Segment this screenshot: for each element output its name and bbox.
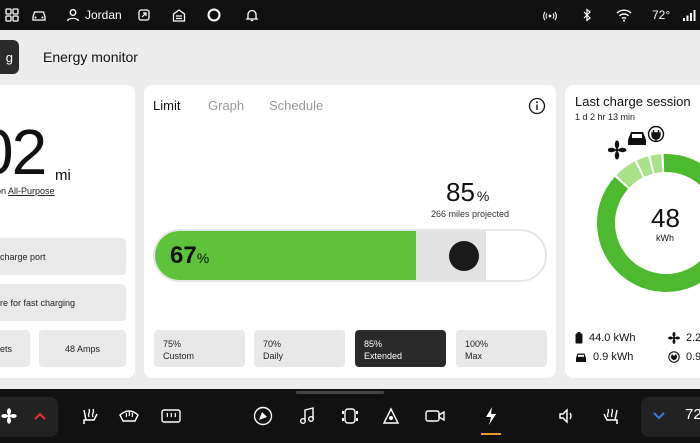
grid-icon[interactable]	[5, 7, 19, 23]
page-title: Energy monitor	[43, 49, 138, 65]
preset-custom-value: 75%	[163, 339, 182, 349]
session-total-unit: kWh	[656, 233, 674, 243]
car-icon[interactable]	[31, 7, 47, 23]
tab-limit[interactable]: Limit	[153, 98, 180, 113]
charge-presets-button[interactable]: ets	[0, 330, 30, 367]
dashcam-icon[interactable]	[424, 405, 446, 427]
outside-temperature: 72°	[652, 8, 671, 22]
garage-icon[interactable]	[172, 7, 186, 23]
range-value: 02	[0, 116, 47, 188]
last-charge-session-title: Last charge session	[575, 94, 691, 109]
bottom-dock: 72	[0, 389, 700, 443]
passenger-seat-heater-icon[interactable]	[600, 405, 622, 427]
previous-page-label: g	[5, 49, 13, 65]
climate-energy-value: 2.2	[686, 332, 700, 344]
fan-icon[interactable]	[0, 405, 20, 427]
passenger-temperature-value: 72	[685, 406, 700, 423]
ring-segment-driving	[636, 156, 653, 177]
car-icon	[628, 132, 646, 145]
camera-app-icon[interactable]	[380, 405, 402, 427]
drive-mode-link[interactable]: All-Purpose	[8, 186, 55, 196]
car-icon	[576, 353, 586, 362]
music-icon[interactable]	[296, 405, 318, 427]
bluetooth-icon	[582, 7, 592, 23]
battery-energy-stat: 44.0 kWh	[575, 332, 635, 344]
open-charge-port-button[interactable]: charge port	[0, 238, 126, 275]
user-name: Jordan	[85, 8, 122, 22]
range-mode-prefix: on	[0, 186, 7, 196]
info-icon[interactable]	[528, 97, 546, 120]
charge-presets-label: ets	[0, 343, 13, 354]
charge-limit-handle[interactable]	[448, 241, 479, 271]
preset-daily[interactable]: 70% Daily	[254, 330, 345, 367]
preset-daily-label: Daily	[263, 351, 284, 361]
range-unit: mi	[55, 167, 71, 184]
voice-assistant-icon[interactable]	[207, 7, 221, 23]
plug-icon	[668, 351, 680, 363]
plug-icon	[647, 125, 665, 143]
ring-segment-climate	[616, 161, 644, 188]
connected-icon	[543, 7, 557, 23]
seat-heater-icon[interactable]	[79, 405, 101, 427]
status-bar: Jordan 72°	[0, 0, 700, 30]
tab-graph[interactable]: Graph	[208, 98, 244, 113]
range-mode: on All-Purpose	[0, 186, 55, 196]
accessory-energy-value: 0.9	[686, 351, 700, 363]
climate-energy-stat: 2.2	[668, 332, 700, 344]
fan-icon	[668, 332, 680, 344]
active-indicator	[481, 433, 501, 435]
dock-handle[interactable]	[296, 391, 384, 394]
accessory-energy-stat: 0.9	[668, 351, 700, 363]
preset-custom[interactable]: 75% Custom	[154, 330, 245, 367]
charge-current-button[interactable]: 48 Amps	[39, 330, 126, 367]
bell-icon[interactable]	[245, 7, 259, 23]
charge-limit-value: 85%	[446, 177, 490, 207]
cellular-signal-icon	[682, 7, 696, 23]
projected-miles: 266 miles projected	[431, 209, 510, 219]
temperature-down-icon[interactable]	[648, 405, 670, 427]
front-defrost-icon[interactable]	[118, 405, 140, 427]
driving-energy-stat: 0.9 kWh	[575, 351, 633, 363]
charge-current-label: 48 Amps	[64, 343, 101, 354]
driving-energy-value: 0.9 kWh	[593, 351, 634, 363]
last-charge-session-duration: 1 d 2 hr 13 min	[575, 112, 636, 122]
volume-icon[interactable]	[556, 405, 578, 427]
session-total-energy: 48	[651, 203, 680, 233]
prepare-fast-charging-label: re for fast charging	[0, 297, 76, 308]
open-charge-port-label: charge port	[0, 251, 46, 262]
battery-energy-value: 44.0 kWh	[589, 332, 636, 344]
wifi-icon	[616, 7, 632, 23]
preset-daily-value: 70%	[263, 339, 282, 349]
rear-defrost-icon[interactable]	[160, 405, 182, 427]
preset-extended-value: 85%	[364, 339, 383, 349]
ring-segment-accessory	[650, 154, 663, 174]
current-charge-level: 67%	[170, 242, 210, 269]
previous-page-tab[interactable]: g	[0, 40, 19, 74]
phone-mirror-icon[interactable]	[137, 7, 151, 23]
navigation-icon[interactable]	[252, 405, 274, 427]
preset-max-value: 100%	[465, 339, 489, 349]
preset-max[interactable]: 100% Max	[456, 330, 547, 367]
energy-ring-chart	[597, 154, 700, 292]
user-icon	[66, 9, 80, 22]
user-profile[interactable]: Jordan	[66, 7, 122, 23]
prepare-fast-charging-button[interactable]: re for fast charging	[0, 284, 126, 321]
battery-icon	[575, 332, 583, 344]
tab-schedule[interactable]: Schedule	[269, 98, 323, 113]
vehicle-controls-icon[interactable]	[339, 405, 361, 427]
preset-custom-label: Custom	[163, 351, 195, 361]
fan-up-icon[interactable]	[29, 405, 51, 427]
preset-extended-label: Extended	[364, 351, 403, 361]
charging-icon[interactable]	[480, 405, 502, 427]
preset-extended[interactable]: 85% Extended	[355, 330, 446, 367]
charge-limit-slider[interactable]	[153, 229, 547, 282]
preset-max-label: Max	[465, 351, 483, 361]
